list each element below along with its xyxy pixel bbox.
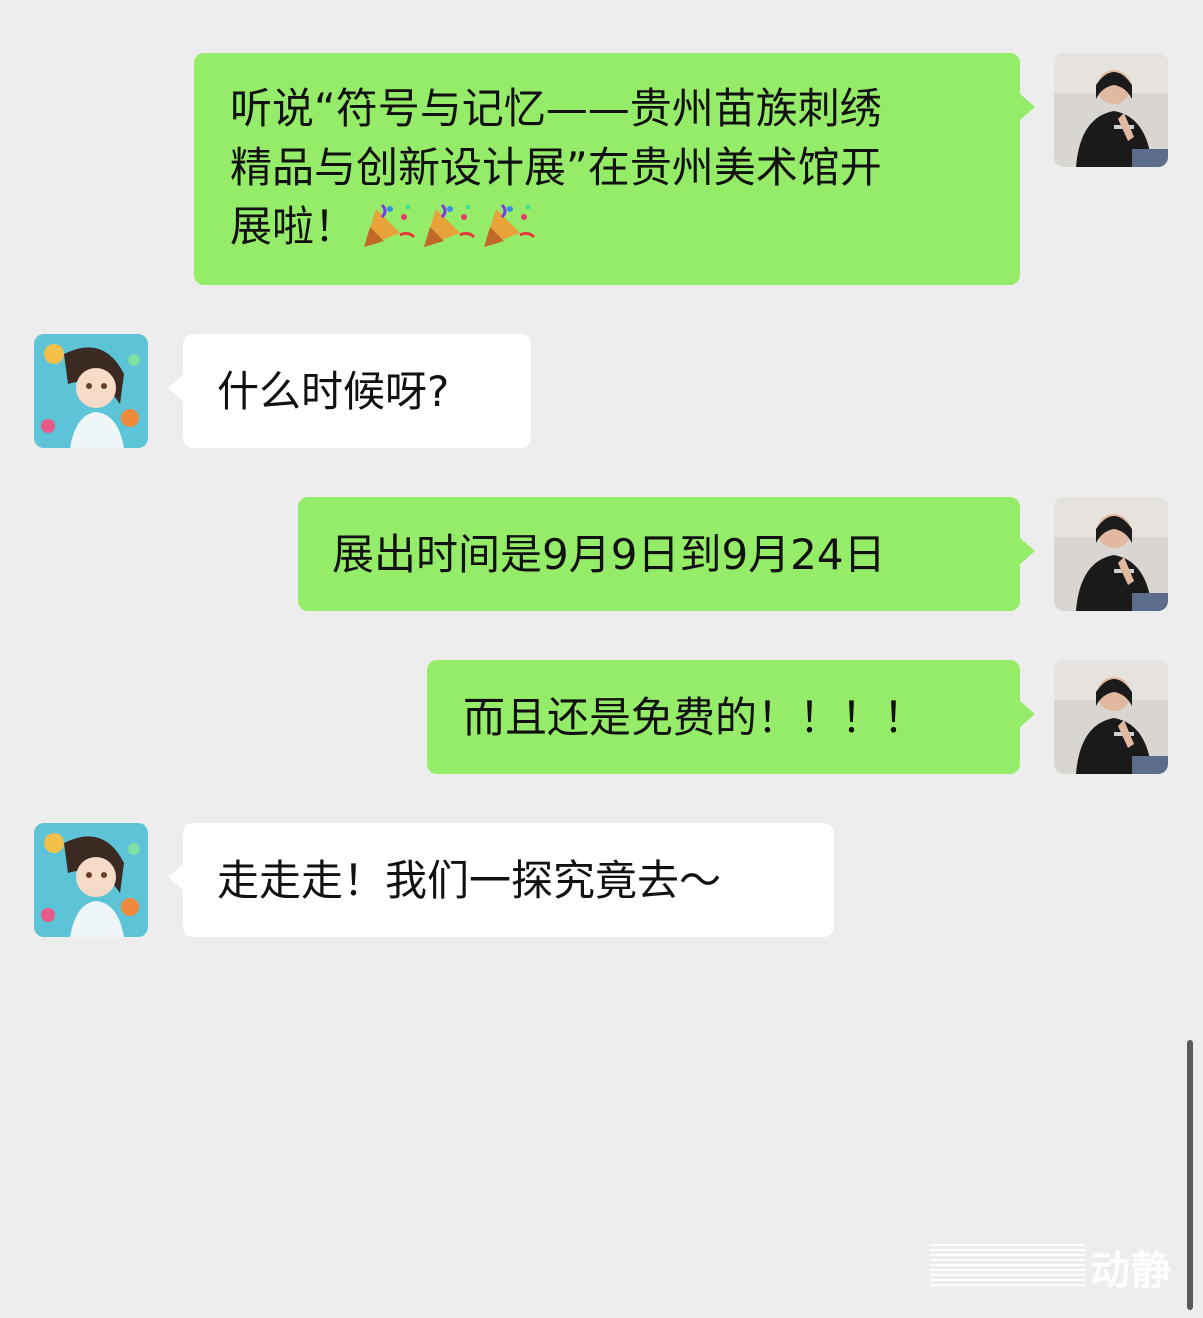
message-text: 走走走！我们一探究竟去～ xyxy=(217,856,722,905)
scrollbar[interactable] xyxy=(1187,1040,1193,1310)
message-text-line: 听说“符号与记忆——贵州苗族刺绣 xyxy=(230,84,882,133)
party-popper-icon xyxy=(420,201,476,249)
message-text: 什么时候呀? xyxy=(217,367,450,416)
my-message-bubble[interactable]: 而且还是免费的！！！！ xyxy=(427,660,1035,774)
message-text: 而且还是免费的！！！！ xyxy=(463,693,926,742)
message-text-line: 精品与创新设计展”在贵州美术馆开 xyxy=(230,143,882,192)
watermark-stripes xyxy=(930,1244,1085,1288)
contact-avatar[interactable] xyxy=(34,334,148,448)
party-popper-icon xyxy=(360,201,416,249)
my-avatar[interactable] xyxy=(1054,497,1168,611)
watermark-text: 动静 xyxy=(1090,1248,1172,1294)
contact-message-bubble[interactable]: 走走走！我们一探究竟去～ xyxy=(168,823,834,937)
watermark-logo: 动静 xyxy=(930,1238,1180,1294)
my-avatar[interactable] xyxy=(1054,660,1168,774)
message-text: 展出时间是9月9日到9月24日 xyxy=(332,530,886,579)
my-message-bubble[interactable]: 听说“符号与记忆——贵州苗族刺绣 精品与创新设计展”在贵州美术馆开 展啦！ xyxy=(194,53,1035,285)
contact-message-bubble[interactable]: 什么时候呀? xyxy=(168,334,531,448)
message-text-line: 展啦！ xyxy=(230,197,1020,256)
party-popper-icon xyxy=(480,201,536,249)
my-avatar[interactable] xyxy=(1054,53,1168,167)
my-message-bubble[interactable]: 展出时间是9月9日到9月24日 xyxy=(298,497,1035,611)
contact-avatar[interactable] xyxy=(34,823,148,937)
